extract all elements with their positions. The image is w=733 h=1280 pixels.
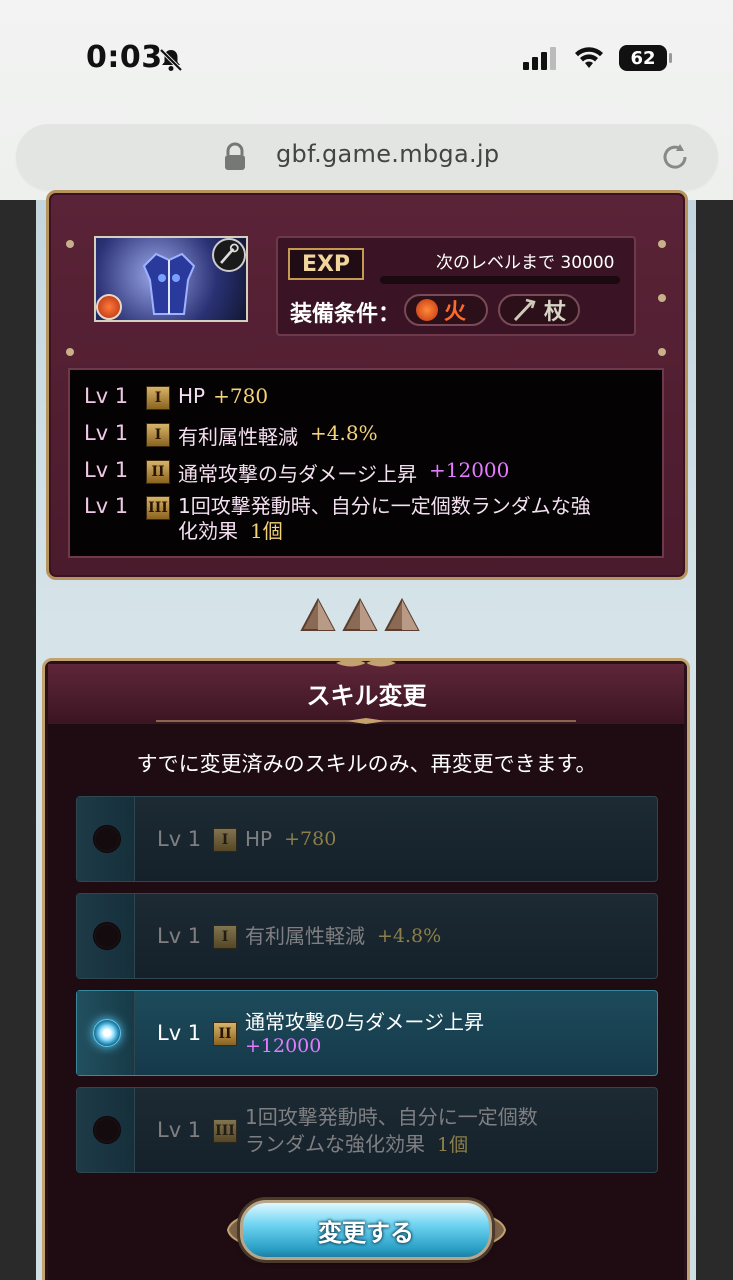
skill-option[interactable]: Lv 1 I HP +780: [76, 796, 658, 882]
panel-rivet: [66, 348, 74, 356]
skill-option[interactable]: Lv 1 I 有利属性軽減 +4.8%: [76, 893, 658, 979]
skill-option-selected[interactable]: Lv 1 II 通常攻撃の与ダメージ上昇 +12000: [76, 990, 658, 1076]
skill-name: 通常攻撃の与ダメージ上昇: [178, 462, 417, 486]
exp-label: EXP: [288, 248, 364, 280]
skill-value: +780: [284, 828, 337, 850]
weapon-type-name: 杖: [544, 300, 567, 325]
panel-rivet: [66, 240, 74, 248]
skill-option[interactable]: Lv 1 III 1回攻撃発動時、自分に一定個数 ランダムな強化効果 1個: [76, 1087, 658, 1173]
skill-value: 1個: [250, 519, 283, 543]
fire-element-icon: [416, 299, 438, 321]
skill-rank-badge: I: [146, 386, 170, 410]
radio-button[interactable]: [93, 825, 121, 853]
exp-progress-bar: [380, 276, 620, 284]
skill-name-line2: 化効果: [178, 519, 238, 543]
skill-value: +780: [213, 384, 269, 408]
skill-name-line1: 1回攻撃発動時、自分に一定個数ランダムな強: [178, 494, 591, 518]
skill-value: +4.8%: [377, 925, 442, 947]
skill-rank-badge: II: [213, 1022, 237, 1046]
skill-name: 有利属性軽減: [245, 924, 365, 948]
right-margin: [696, 200, 733, 1280]
armor-image: [142, 252, 196, 315]
section-divider: [300, 598, 420, 632]
skill-rank-badge: I: [146, 423, 170, 447]
header-ornament-icon: [336, 659, 396, 667]
equip-condition-label: 装備条件：: [290, 302, 401, 327]
skill-name-line2: ランダムな強化効果: [245, 1131, 425, 1156]
skill-description: 1回攻撃発動時、自分に一定個数 ランダムな強化効果 1個: [245, 1104, 538, 1157]
pyramid-ornament-icon: [300, 598, 336, 631]
url-text: gbf.game.mbga.jp: [276, 140, 500, 168]
staff-weapon-type-icon: [212, 238, 246, 272]
radio-button[interactable]: [93, 1116, 121, 1144]
skill-value: +4.8%: [310, 421, 378, 445]
skill-name: HP: [178, 384, 206, 408]
pyramid-ornament-icon: [384, 598, 420, 631]
skill-rank-badge: III: [146, 496, 170, 520]
skill-rank-badge: I: [213, 828, 237, 852]
lock-icon: [225, 142, 245, 170]
skill-level: Lv 1: [157, 827, 202, 851]
skill-value: +12000: [429, 458, 510, 482]
staff-icon: [513, 298, 536, 322]
skill-level: Lv 1: [84, 421, 129, 445]
skill-option-text: Lv 1 III 1回攻撃発動時、自分に一定個数 ランダムな強化効果 1個: [157, 1088, 637, 1172]
dialog-notice: すでに変更済みのスキルのみ、再変更できます。: [136, 752, 597, 776]
reload-icon[interactable]: [658, 140, 692, 174]
panel-rivet: [658, 240, 666, 248]
weapon-skill-row: Lv 1 I HP +780: [84, 384, 268, 410]
skill-rank-badge: II: [146, 460, 170, 484]
weapon-skill-row: Lv 1 II 通常攻撃の与ダメージ上昇 +12000: [84, 458, 509, 487]
panel-rivet: [658, 294, 666, 302]
skill-name: 有利属性軽減: [178, 425, 298, 449]
change-skill-button[interactable]: 変更する: [240, 1200, 492, 1260]
skill-level: Lv 1: [84, 384, 129, 408]
skill-level: Lv 1: [157, 1118, 202, 1142]
radio-column: [77, 991, 135, 1075]
address-bar[interactable]: gbf.game.mbga.jp: [16, 124, 718, 190]
bell-muted-icon: [159, 48, 183, 72]
dialog-title: スキル変更: [306, 682, 427, 710]
skill-value: +12000: [245, 1035, 322, 1057]
left-margin: [0, 200, 36, 1280]
skill-rank-badge: III: [213, 1119, 237, 1143]
skill-level: Lv 1: [84, 494, 129, 518]
skill-level: Lv 1: [84, 458, 129, 482]
skill-name: 通常攻撃の与ダメージ上昇: [245, 1010, 484, 1034]
battery-icon: 62: [619, 45, 672, 71]
skill-description: 1回攻撃発動時、自分に一定個数ランダムな強 化効果 1個: [178, 494, 591, 544]
panel-rivet: [658, 348, 666, 356]
radio-button[interactable]: [93, 922, 121, 950]
skill-rank-badge: I: [213, 925, 237, 949]
pyramid-ornament-icon: [342, 598, 378, 631]
element-requirement: 火: [404, 294, 488, 326]
fire-element-icon: [96, 294, 122, 320]
radio-column: [77, 797, 135, 881]
element-name: 火: [444, 300, 467, 325]
weapon-type-requirement: 杖: [498, 294, 580, 326]
wifi-icon: [575, 47, 603, 68]
skill-description: 通常攻撃の与ダメージ上昇 +12000: [245, 1009, 484, 1057]
radio-button-checked[interactable]: [93, 1019, 121, 1047]
weapon-skill-row: Lv 1 I 有利属性軽減 +4.8%: [84, 421, 378, 450]
cellular-signal-icon: [523, 47, 556, 70]
skill-option-text: Lv 1 I HP +780: [157, 797, 637, 881]
skill-level: Lv 1: [157, 924, 202, 948]
skill-option-text: Lv 1 II 通常攻撃の与ダメージ上昇 +12000: [157, 991, 637, 1075]
weapon-skill-row: Lv 1 III 1回攻撃発動時、自分に一定個数ランダムな強 化効果 1個: [84, 494, 591, 544]
skill-level: Lv 1: [157, 1021, 202, 1045]
status-time: 0:03: [86, 40, 163, 75]
radio-column: [77, 1088, 135, 1172]
exp-next-level: 次のレベルまで 30000: [436, 253, 615, 273]
radio-column: [77, 894, 135, 978]
skill-option-text: Lv 1 I 有利属性軽減 +4.8%: [157, 894, 637, 978]
skill-name: HP: [245, 827, 273, 851]
browser-chrome: 0:03 62 gbf.game.mbga.jp: [0, 0, 733, 200]
skill-name-line1: 1回攻撃発動時、自分に一定個数: [245, 1104, 538, 1129]
skill-value: 1個: [437, 1133, 469, 1156]
